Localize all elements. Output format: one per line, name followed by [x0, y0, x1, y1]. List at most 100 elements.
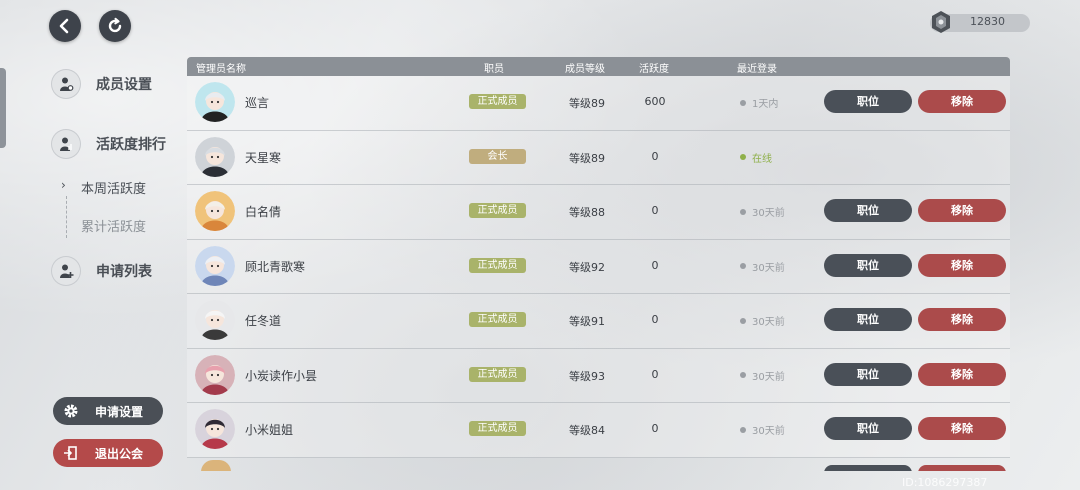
avatar[interactable] [195, 354, 235, 395]
sidebar-label: 成员设置 [96, 77, 152, 93]
remove-button[interactable]: 移除 [918, 362, 1006, 386]
avatar[interactable] [195, 409, 235, 449]
chevron-right-icon: › [61, 178, 66, 192]
member-level: 等级88 [569, 206, 605, 219]
last-login-status: 在线 [740, 150, 772, 165]
currency-icon [932, 11, 950, 33]
activity-value: 0 [651, 422, 659, 435]
sidebar: 成员设置 活跃度排行 › 本周活跃度 累计活跃度 申请列表 申请设置 退出公会 [0, 0, 180, 490]
role-badge: 正式成员 [469, 312, 526, 327]
role-badge: 正式成员 [469, 203, 526, 218]
member-settings-icon [52, 70, 80, 98]
member-name: 天星寒 [245, 150, 282, 165]
last-login-status: 30天前 [740, 259, 785, 274]
remove-button[interactable]: 移除 [918, 308, 1006, 331]
table-row: 巡言 正式成员 等级89 600 1天内 职位 移除 [187, 76, 1010, 131]
header-activity: 活跃度 [639, 64, 669, 75]
sidebar-item-member-settings[interactable]: 成员设置 [52, 70, 152, 98]
member-name: 巡言 [245, 96, 270, 110]
member-name: 小炭读作小昙 [245, 368, 318, 383]
activity-value: 0 [651, 149, 659, 163]
position-button[interactable]: 职位 [824, 253, 912, 277]
member-table: 管理员名称 职员 成员等级 活跃度 最近登录 巡言 正式成员 等级89 600 … [187, 57, 1010, 471]
last-login-status: 30天前 [740, 368, 785, 383]
table-row: 顾北青歌寒 正式成员 等级92 0 30天前 职位 移除 [187, 239, 1010, 294]
sub-item-total-activity[interactable]: 累计活跃度 [81, 216, 146, 235]
header-level: 成员等级 [565, 64, 605, 75]
activity-rank-icon [52, 130, 80, 158]
table-row: 任冬道 正式成员 等级91 0 30天前 职位 移除 [187, 294, 1010, 349]
avatar[interactable] [195, 245, 235, 286]
last-login-text: 1天内 [752, 99, 779, 110]
status-dot-icon [740, 263, 746, 269]
apply-settings-button[interactable]: 申请设置 [53, 397, 163, 425]
member-level: 等级93 [569, 369, 605, 383]
apply-settings-label: 申请设置 [95, 404, 144, 419]
table-row: 天星寒 会长 等级89 0 在线 [187, 130, 1010, 185]
currency-counter: 12830 [930, 11, 1030, 33]
sidebar-label: 活跃度排行 [96, 137, 166, 153]
position-button[interactable]: 职位 [824, 308, 912, 331]
table-body: 巡言 正式成员 等级89 600 1天内 职位 移除 天星寒 会长 等级89 0… [187, 76, 1010, 458]
status-dot-icon [740, 426, 746, 433]
role-badge: 正式成员 [469, 257, 526, 273]
gear-icon [64, 404, 78, 418]
sub-item-connector [66, 196, 68, 238]
table-row: 小米姐姐 正式成员 等级84 0 30天前 职位 移除 [187, 403, 1010, 458]
sidebar-item-apply-list[interactable]: 申请列表 [52, 257, 152, 285]
table-header: 管理员名称 职员 成员等级 活跃度 最近登录 [187, 57, 1010, 76]
status-dot-icon [740, 154, 746, 160]
member-level: 等级91 [569, 315, 605, 328]
user-id-text: ID:1086297387 [902, 476, 988, 489]
status-dot-icon [740, 208, 746, 215]
remove-button[interactable]: 移除 [918, 199, 1006, 222]
position-button[interactable]: 职位 [824, 90, 912, 113]
last-login-status: 30天前 [740, 204, 785, 219]
table-row-partial [187, 457, 1010, 471]
remove-button[interactable]: 移除 [918, 253, 1006, 277]
table-row: 小炭读作小昙 正式成员 等级93 0 30天前 职位 移除 [187, 348, 1010, 403]
avatar[interactable] [195, 136, 235, 177]
avatar[interactable] [195, 82, 235, 122]
member-name: 顾北青歌寒 [245, 259, 306, 274]
last-login-text: 在线 [752, 153, 772, 165]
activity-value: 0 [651, 258, 659, 272]
exit-guild-button[interactable]: 退出公会 [53, 439, 163, 467]
position-button[interactable]: 职位 [824, 417, 912, 440]
header-role: 职员 [484, 64, 504, 75]
currency-value: 12830 [970, 15, 1005, 28]
header-last-login: 最近登录 [737, 64, 777, 75]
member-name: 白名倩 [245, 205, 282, 219]
status-dot-icon [740, 99, 746, 106]
last-login-text: 30天前 [752, 317, 785, 328]
avatar[interactable] [195, 300, 235, 340]
member-level: 等级89 [569, 151, 605, 165]
member-level: 等级92 [569, 260, 605, 274]
sidebar-item-activity-rank[interactable]: 活跃度排行 [52, 130, 166, 158]
member-level: 等级89 [569, 97, 605, 110]
last-login-status: 30天前 [740, 313, 785, 328]
position-button[interactable]: 职位 [824, 362, 912, 386]
member-name: 任冬道 [245, 314, 282, 328]
exit-guild-label: 退出公会 [95, 446, 144, 461]
status-dot-icon [740, 372, 746, 378]
last-login-text: 30天前 [752, 262, 785, 274]
last-login-text: 30天前 [752, 371, 785, 383]
sidebar-label: 申请列表 [96, 264, 152, 280]
table-row: 白名倩 正式成员 等级88 0 30天前 职位 移除 [187, 185, 1010, 240]
role-badge: 正式成员 [469, 94, 526, 109]
member-name: 小米姐姐 [245, 423, 294, 437]
activity-value: 0 [651, 367, 659, 381]
remove-button[interactable]: 移除 [918, 90, 1006, 113]
position-button[interactable]: 职位 [824, 199, 912, 222]
sub-item-weekly-activity[interactable]: 本周活跃度 [81, 178, 146, 197]
header-name: 管理员名称 [196, 64, 246, 75]
status-dot-icon [740, 317, 746, 324]
activity-value: 0 [651, 313, 659, 326]
last-login-status: 30天前 [740, 422, 785, 437]
avatar[interactable] [195, 191, 235, 231]
last-login-status: 1天内 [740, 95, 778, 110]
activity-value: 600 [644, 95, 666, 108]
remove-button[interactable]: 移除 [918, 417, 1006, 440]
role-badge: 正式成员 [469, 366, 526, 382]
